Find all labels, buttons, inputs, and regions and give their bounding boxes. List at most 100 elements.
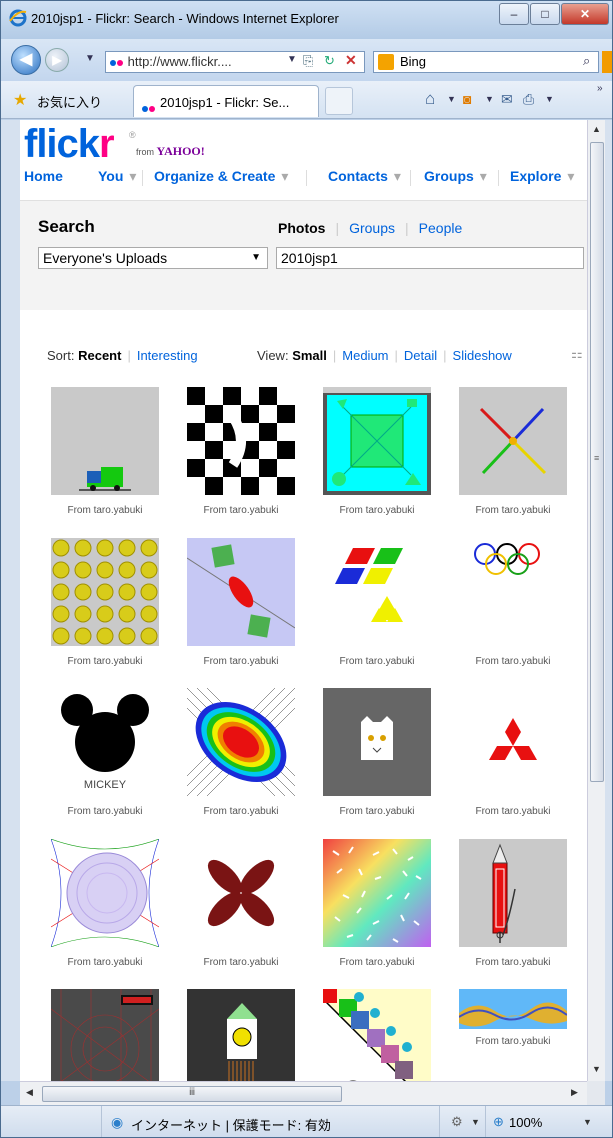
window-right-border	[605, 120, 612, 1081]
tab-flickr-search[interactable]: 2010jsp1 - Flickr: Se...	[133, 85, 319, 117]
forward-button[interactable]: ▶	[45, 48, 69, 72]
search-scope-select[interactable]: Everyone's Uploads ▼	[38, 247, 268, 269]
chevron-down-icon[interactable]: ▼	[471, 1117, 480, 1127]
photo-caption[interactable]: From taro.yabuki	[447, 806, 579, 817]
photo-caption[interactable]: From taro.yabuki	[311, 806, 443, 817]
photo-caption[interactable]: From taro.yabuki	[175, 957, 307, 968]
search-options-icon[interactable]	[602, 51, 612, 73]
nav-organize-create[interactable]: Organize & Create ▾	[154, 168, 288, 185]
zoom-icon[interactable]: ⊕	[493, 1114, 504, 1130]
horizontal-scrollbar[interactable]: ◀ ⅲ ▶	[20, 1081, 587, 1105]
photo-caption[interactable]: From taro.yabuki	[39, 806, 171, 817]
vertical-scroll-thumb[interactable]: ≡	[590, 142, 604, 782]
tab-favicon-icon	[142, 100, 156, 112]
search-engine-input[interactable]: Bing	[373, 51, 599, 73]
view-detail[interactable]: Detail	[404, 348, 437, 363]
nav-groups[interactable]: Groups ▾	[424, 168, 487, 185]
sort-interesting[interactable]: Interesting	[137, 348, 198, 363]
favorites-label[interactable]: お気に入り	[37, 92, 102, 111]
address-dropdown-icon[interactable]: ▼	[287, 54, 297, 65]
new-tab-button[interactable]	[325, 87, 353, 115]
photo-thumbnail[interactable]	[51, 839, 159, 947]
compatibility-view-icon[interactable]: ⎘	[303, 53, 313, 69]
nav-explore[interactable]: Explore ▾	[510, 168, 574, 185]
print-dropdown-icon[interactable]: ▼	[545, 94, 554, 104]
zoom-level[interactable]: 100%	[509, 1115, 542, 1130]
tab-groups[interactable]: Groups	[349, 220, 395, 236]
maximize-button[interactable]: □	[530, 3, 560, 25]
home-dropdown-icon[interactable]: ▼	[447, 94, 456, 104]
photo-caption[interactable]: From taro.yabuki	[447, 505, 579, 516]
view-small[interactable]: Small	[292, 348, 327, 363]
stop-icon[interactable]: ✕	[345, 52, 357, 69]
minimize-button[interactable]: –	[499, 3, 529, 25]
photo-thumbnail[interactable]	[459, 839, 567, 947]
photo-caption[interactable]: From taro.yabuki	[447, 1036, 579, 1047]
photo-thumbnail[interactable]: MICKEY	[51, 688, 159, 796]
photo-caption[interactable]: From taro.yabuki	[447, 656, 579, 667]
photo-caption[interactable]: From taro.yabuki	[175, 505, 307, 516]
zoom-dropdown-icon[interactable]: ▼	[583, 1117, 592, 1127]
photo-thumbnail[interactable]	[323, 839, 431, 947]
photo-caption[interactable]: From taro.yabuki	[311, 656, 443, 667]
sort-view-bar: Sort: Recent | Interesting View: Small | Med…	[47, 346, 583, 363]
nav-home[interactable]: Home	[24, 168, 63, 184]
tab-photos[interactable]: Photos	[278, 220, 325, 236]
photo-thumbnail[interactable]	[323, 688, 431, 796]
photo-thumbnail[interactable]	[459, 688, 567, 796]
view-slideshow[interactable]: Slideshow	[453, 348, 512, 363]
flickr-favicon-icon	[110, 54, 124, 69]
mail-icon[interactable]: ✉	[501, 91, 513, 108]
tab-people[interactable]: People	[419, 220, 463, 236]
refresh-icon[interactable]: ↻	[324, 53, 335, 69]
photo-thumbnail[interactable]	[323, 387, 431, 495]
close-button[interactable]: ✕	[561, 3, 609, 25]
protected-mode-icon[interactable]: ⚙	[451, 1114, 463, 1130]
photo-caption[interactable]: From taro.yabuki	[39, 656, 171, 667]
flickr-logo[interactable]: flickr	[24, 122, 115, 167]
photo-thumbnail[interactable]	[187, 538, 295, 646]
photo-thumbnail[interactable]	[323, 538, 431, 646]
scroll-left-icon[interactable]: ◀	[26, 1087, 33, 1098]
photo-thumbnail[interactable]	[187, 839, 295, 947]
security-zone-label[interactable]: インターネット | 保護モード: 有効	[131, 1115, 331, 1134]
view-medium[interactable]: Medium	[342, 348, 388, 363]
horizontal-scroll-thumb[interactable]: ⅲ	[42, 1086, 342, 1102]
print-icon[interactable]: ⎙	[523, 91, 534, 108]
photo-thumbnail[interactable]	[51, 989, 159, 1081]
photo-thumbnail[interactable]	[51, 387, 159, 495]
photo-caption[interactable]: From taro.yabuki	[311, 957, 443, 968]
search-input[interactable]: 2010jsp1	[276, 247, 584, 269]
feeds-dropdown-icon[interactable]: ▼	[485, 94, 494, 104]
sort-recent[interactable]: Recent	[78, 348, 121, 363]
photo-thumbnail[interactable]	[459, 387, 567, 495]
photo-thumbnail[interactable]	[187, 989, 295, 1081]
scroll-up-icon[interactable]: ▲	[592, 124, 601, 134]
photo-caption[interactable]: From taro.yabuki	[39, 957, 171, 968]
photo-caption[interactable]: From taro.yabuki	[311, 505, 443, 516]
photo-thumbnail[interactable]	[51, 538, 159, 646]
photo-thumbnail[interactable]	[187, 387, 295, 495]
vertical-scrollbar[interactable]: ▲ ≡ ▼	[587, 120, 605, 1081]
photo-thumbnail[interactable]	[187, 688, 295, 796]
feeds-icon[interactable]: ◙	[463, 91, 471, 107]
photo-caption[interactable]: From taro.yabuki	[447, 957, 579, 968]
nav-contacts[interactable]: Contacts ▾	[328, 168, 401, 185]
scroll-right-icon[interactable]: ▶	[571, 1087, 578, 1098]
photo-thumbnail[interactable]	[459, 538, 567, 646]
photo-caption[interactable]: From taro.yabuki	[175, 806, 307, 817]
scroll-down-icon[interactable]: ▼	[592, 1064, 601, 1074]
slideshow-icon[interactable]: ⚏	[571, 346, 583, 362]
photo-thumbnail[interactable]	[459, 989, 567, 1029]
more-tools-icon[interactable]: »	[597, 83, 603, 94]
favorites-star-icon[interactable]: ★	[13, 90, 27, 110]
back-button[interactable]: ◀	[11, 45, 41, 75]
search-icon[interactable]: ⌕	[583, 53, 590, 69]
nav-you[interactable]: You ▾	[98, 168, 136, 185]
home-icon[interactable]: ⌂	[425, 89, 435, 109]
history-dropdown-icon[interactable]: ▼	[85, 53, 95, 64]
photo-thumbnail[interactable]	[323, 989, 431, 1081]
photo-caption[interactable]: From taro.yabuki	[39, 505, 171, 516]
browser-window: 2010jsp1 - Flickr: Search - Windows Inte…	[0, 0, 613, 1138]
photo-caption[interactable]: From taro.yabuki	[175, 656, 307, 667]
